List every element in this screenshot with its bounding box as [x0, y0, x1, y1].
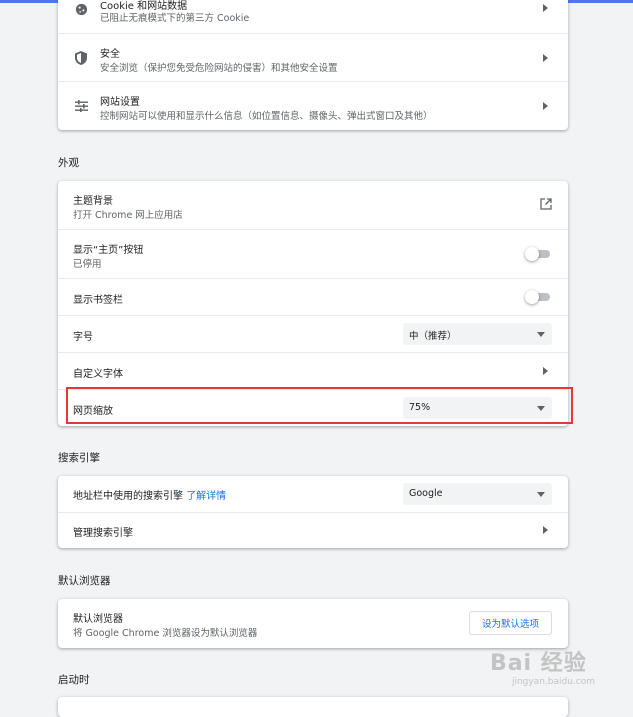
bookmarks-bar-toggle[interactable] [525, 290, 550, 304]
default-browser-card: 默认浏览器 将 Google Chrome 浏览器设为默认浏览器 设为默认选项 [58, 599, 568, 648]
default-browser-title: 默认浏览器 [73, 614, 123, 625]
chevron-right-icon [543, 526, 548, 534]
cookies-row[interactable]: Cookie 和网站数据 已阻止无痕模式下的第三方 Cookie [58, 0, 568, 33]
manage-search-engines-title: 管理搜索引擎 [73, 528, 133, 539]
toggle-knob [525, 247, 539, 261]
chevron-right-icon [543, 54, 548, 62]
custom-fonts-row[interactable]: 自定义字体 [58, 352, 568, 389]
search-engine-value: Google [409, 488, 443, 499]
font-size-select[interactable]: 中（推荐） [403, 323, 552, 345]
security-title: 安全 [100, 49, 120, 60]
default-browser-subtitle: 将 Google Chrome 浏览器设为默认浏览器 [73, 628, 258, 639]
startup-card [58, 697, 568, 717]
address-bar-engine-label: 地址栏中使用的搜索引擎 [73, 491, 183, 502]
make-default-button[interactable]: 设为默认选项 [469, 611, 552, 635]
cookie-icon [74, 2, 88, 16]
default-browser-row: 默认浏览器 将 Google Chrome 浏览器设为默认浏览器 设为默认选项 [58, 599, 568, 648]
appearance-section-title: 外观 [58, 157, 79, 169]
bookmarks-bar-title: 显示书签栏 [73, 295, 123, 306]
manage-search-engines-row[interactable]: 管理搜索引擎 [58, 512, 568, 548]
annotation-highlight-box [66, 387, 573, 424]
home-button-row: 显示“主页”按钮 已停用 [58, 229, 568, 278]
security-subtitle: 安全浏览（保护您免受危险网站的侵害）和其他安全设置 [100, 63, 338, 74]
chevron-down-icon [537, 332, 545, 337]
home-button-subtitle: 已停用 [73, 259, 102, 270]
font-size-title: 字号 [73, 332, 93, 343]
bookmarks-bar-row: 显示书签栏 [58, 278, 568, 315]
baidu-jingyan-watermark: Bai 经验 jingyan.baidu.com [490, 645, 595, 687]
startup-section-title: 启动时 [58, 674, 90, 686]
learn-more-link[interactable]: 了解详情 [186, 491, 226, 502]
cookies-subtitle: 已阻止无痕模式下的第三方 Cookie [100, 13, 250, 24]
chevron-right-icon [543, 4, 548, 12]
search-engine-select[interactable]: Google [403, 483, 552, 505]
home-button-toggle[interactable] [525, 247, 550, 261]
theme-title: 主题背景 [73, 196, 113, 207]
chevron-right-icon [543, 367, 548, 375]
address-bar-engine-row: 地址栏中使用的搜索引擎 了解详情 Google [58, 476, 568, 512]
custom-fonts-title: 自定义字体 [73, 369, 123, 380]
shield-icon [74, 51, 88, 65]
watermark-logo-text: Bai 经验 [489, 651, 587, 676]
chevron-down-icon [537, 492, 545, 497]
privacy-card: Cookie 和网站数据 已阻止无痕模式下的第三方 Cookie 安全 安全浏览… [58, 0, 568, 130]
watermark-url: jingyan.baidu.com [511, 677, 595, 687]
sliders-icon [74, 99, 88, 113]
theme-subtitle: 打开 Chrome 网上应用店 [73, 210, 183, 221]
site-settings-title: 网站设置 [100, 97, 140, 108]
chevron-right-icon [543, 102, 548, 110]
search-section-title: 搜索引擎 [58, 452, 100, 464]
theme-row[interactable]: 主题背景 打开 Chrome 网上应用店 [58, 181, 568, 229]
address-bar-engine-title: 地址栏中使用的搜索引擎 了解详情 [73, 487, 226, 502]
font-size-value: 中（推荐） [409, 331, 457, 342]
site-settings-row[interactable]: 网站设置 控制网站可以使用和显示什么信息（如位置信息、摄像头、弹出式窗口及其他） [58, 81, 568, 130]
toggle-knob [525, 290, 539, 304]
home-button-title: 显示“主页”按钮 [73, 245, 144, 256]
open-in-new-icon[interactable] [539, 197, 553, 211]
search-engine-card: 地址栏中使用的搜索引擎 了解详情 Google 管理搜索引擎 [58, 476, 568, 548]
security-row[interactable]: 安全 安全浏览（保护您免受危险网站的侵害）和其他安全设置 [58, 33, 568, 81]
default-browser-section-title: 默认浏览器 [58, 575, 111, 587]
site-settings-subtitle: 控制网站可以使用和显示什么信息（如位置信息、摄像头、弹出式窗口及其他） [100, 111, 433, 122]
font-size-row: 字号 中（推荐） [58, 315, 568, 352]
